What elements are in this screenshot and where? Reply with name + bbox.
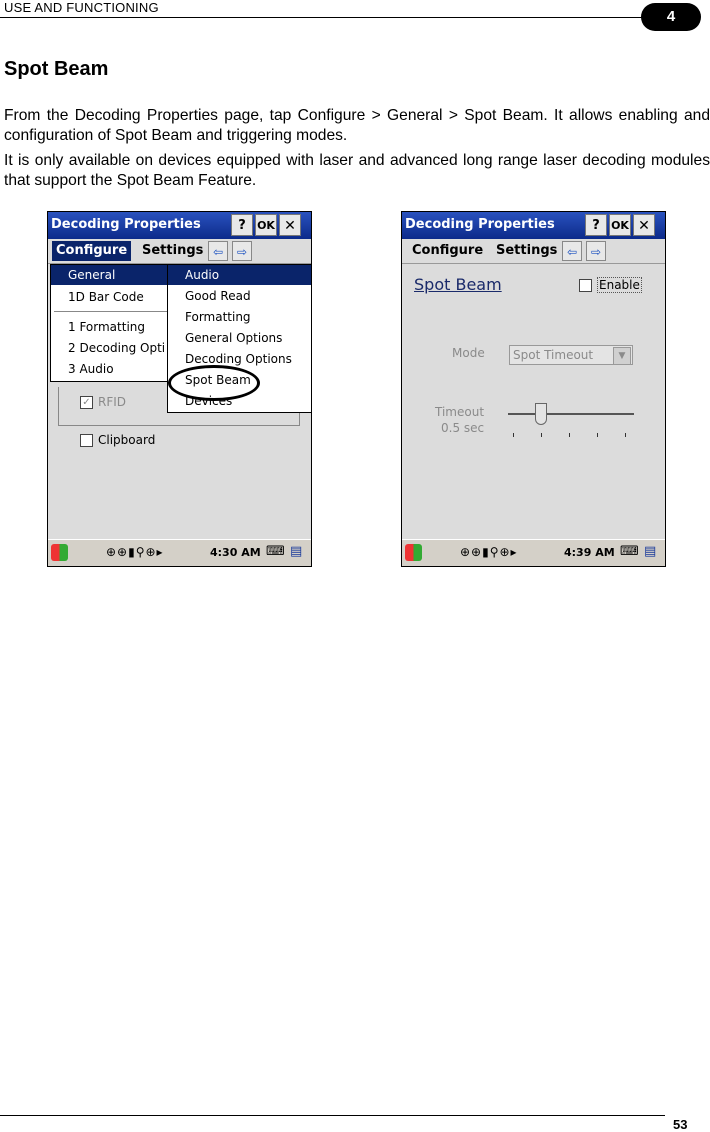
paragraph-2: It is only available on devices equipped… <box>4 152 710 189</box>
screenshot-configure-menu: Decoding Properties ? OK ✕ Configure Set… <box>47 211 312 567</box>
configure-menu: General 1D Bar Code 1 Formatting 2 Decod… <box>50 264 173 382</box>
running-header: USE AND FUNCTIONING <box>4 0 159 15</box>
page-number: 53 <box>673 1117 688 1132</box>
slider-tick <box>625 433 626 437</box>
rfid-label: RFID <box>98 395 127 409</box>
window-title: Decoding Properties <box>51 217 201 232</box>
enable-label: Enable <box>597 277 642 293</box>
slider-tick <box>597 433 598 437</box>
timeout-value: 0.5 sec <box>441 421 485 435</box>
arrow-left-icon[interactable]: ⇦ <box>208 241 228 261</box>
menu-item-formatting[interactable]: 1 Formatting <box>51 317 145 337</box>
paragraph-1: From the Decoding Properties page, tap C… <box>4 107 710 144</box>
arrow-left-icon[interactable]: ⇦ <box>562 241 582 261</box>
submenu-item-audio[interactable]: Audio <box>168 265 311 285</box>
footer-rule <box>0 1115 665 1116</box>
arrow-right-icon[interactable]: ⇨ <box>232 241 252 261</box>
tray-icons: ⊕⊕▮⚲⊕▸ <box>106 545 164 559</box>
clock: 4:30 AM <box>210 546 261 559</box>
title-bar: Decoding Properties ? OK ✕ <box>48 212 311 239</box>
highlight-circle <box>168 365 260 401</box>
header-rule <box>0 17 652 18</box>
menu-item-audio[interactable]: 3 Audio <box>51 359 114 379</box>
clipboard-checkbox[interactable] <box>80 434 93 447</box>
mode-label: Mode <box>452 346 485 360</box>
help-button[interactable]: ? <box>231 214 253 236</box>
submenu-item-general-options[interactable]: General Options <box>168 328 282 348</box>
timeout-label: Timeout <box>435 405 485 419</box>
chapter-badge: 4 <box>641 3 701 31</box>
chevron-down-icon[interactable]: ▼ <box>613 347 631 365</box>
taskbar: ⊕⊕▮⚲⊕▸ 4:30 AM ⌨ ▤ <box>48 539 311 566</box>
slider-tick <box>513 433 514 437</box>
close-button[interactable]: ✕ <box>279 214 301 236</box>
menu-settings[interactable]: Settings <box>138 241 207 261</box>
mode-select-value: Spot Timeout <box>513 348 594 362</box>
help-button[interactable]: ? <box>585 214 607 236</box>
ok-button[interactable]: OK <box>255 214 277 236</box>
title-bar: Decoding Properties ? OK ✕ <box>402 212 665 239</box>
menu-bar: Configure Settings ⇦ ⇨ <box>402 239 665 264</box>
slider-tick <box>541 433 542 437</box>
menu-settings[interactable]: Settings <box>492 241 561 261</box>
slider-tick <box>569 433 570 437</box>
spot-beam-heading: Spot Beam <box>414 275 502 294</box>
submenu-item-good-read[interactable]: Good Read <box>168 286 251 306</box>
menu-bar: Configure Settings ⇦ ⇨ <box>48 239 311 264</box>
desktop-icon[interactable]: ▤ <box>290 544 302 559</box>
submenu-item-formatting[interactable]: Formatting <box>168 307 251 327</box>
clipboard-label: Clipboard <box>98 433 156 447</box>
clock: 4:39 AM <box>564 546 615 559</box>
ok-button[interactable]: OK <box>609 214 631 236</box>
start-icon[interactable] <box>51 544 68 561</box>
mode-select[interactable]: Spot Timeout ▼ <box>509 345 633 365</box>
window-title: Decoding Properties <box>405 217 555 232</box>
enable-checkbox[interactable] <box>579 279 592 292</box>
menu-separator <box>54 311 168 312</box>
menu-configure[interactable]: Configure <box>52 241 132 261</box>
timeout-slider-track[interactable] <box>508 413 634 415</box>
arrow-right-icon[interactable]: ⇨ <box>586 241 606 261</box>
desktop-icon[interactable]: ▤ <box>644 544 656 559</box>
screenshot-spot-beam-settings: Decoding Properties ? OK ✕ Configure Set… <box>401 211 666 567</box>
menu-item-decoding-options[interactable]: 2 Decoding Opti <box>51 338 165 358</box>
taskbar: ⊕⊕▮⚲⊕▸ 4:39 AM ⌨ ▤ <box>402 539 665 566</box>
menu-configure[interactable]: Configure <box>408 241 487 261</box>
keyboard-icon[interactable]: ⌨ <box>620 544 639 559</box>
menu-item-1d-bar-code[interactable]: 1D Bar Code <box>51 287 144 307</box>
menu-item-general[interactable]: General <box>51 265 172 285</box>
start-icon[interactable] <box>405 544 422 561</box>
section-title: Spot Beam <box>4 58 109 80</box>
timeout-slider-thumb[interactable] <box>535 403 547 425</box>
rfid-checkbox[interactable]: ✓ <box>80 396 93 409</box>
tray-icons: ⊕⊕▮⚲⊕▸ <box>460 545 518 559</box>
keyboard-icon[interactable]: ⌨ <box>266 544 285 559</box>
close-button[interactable]: ✕ <box>633 214 655 236</box>
